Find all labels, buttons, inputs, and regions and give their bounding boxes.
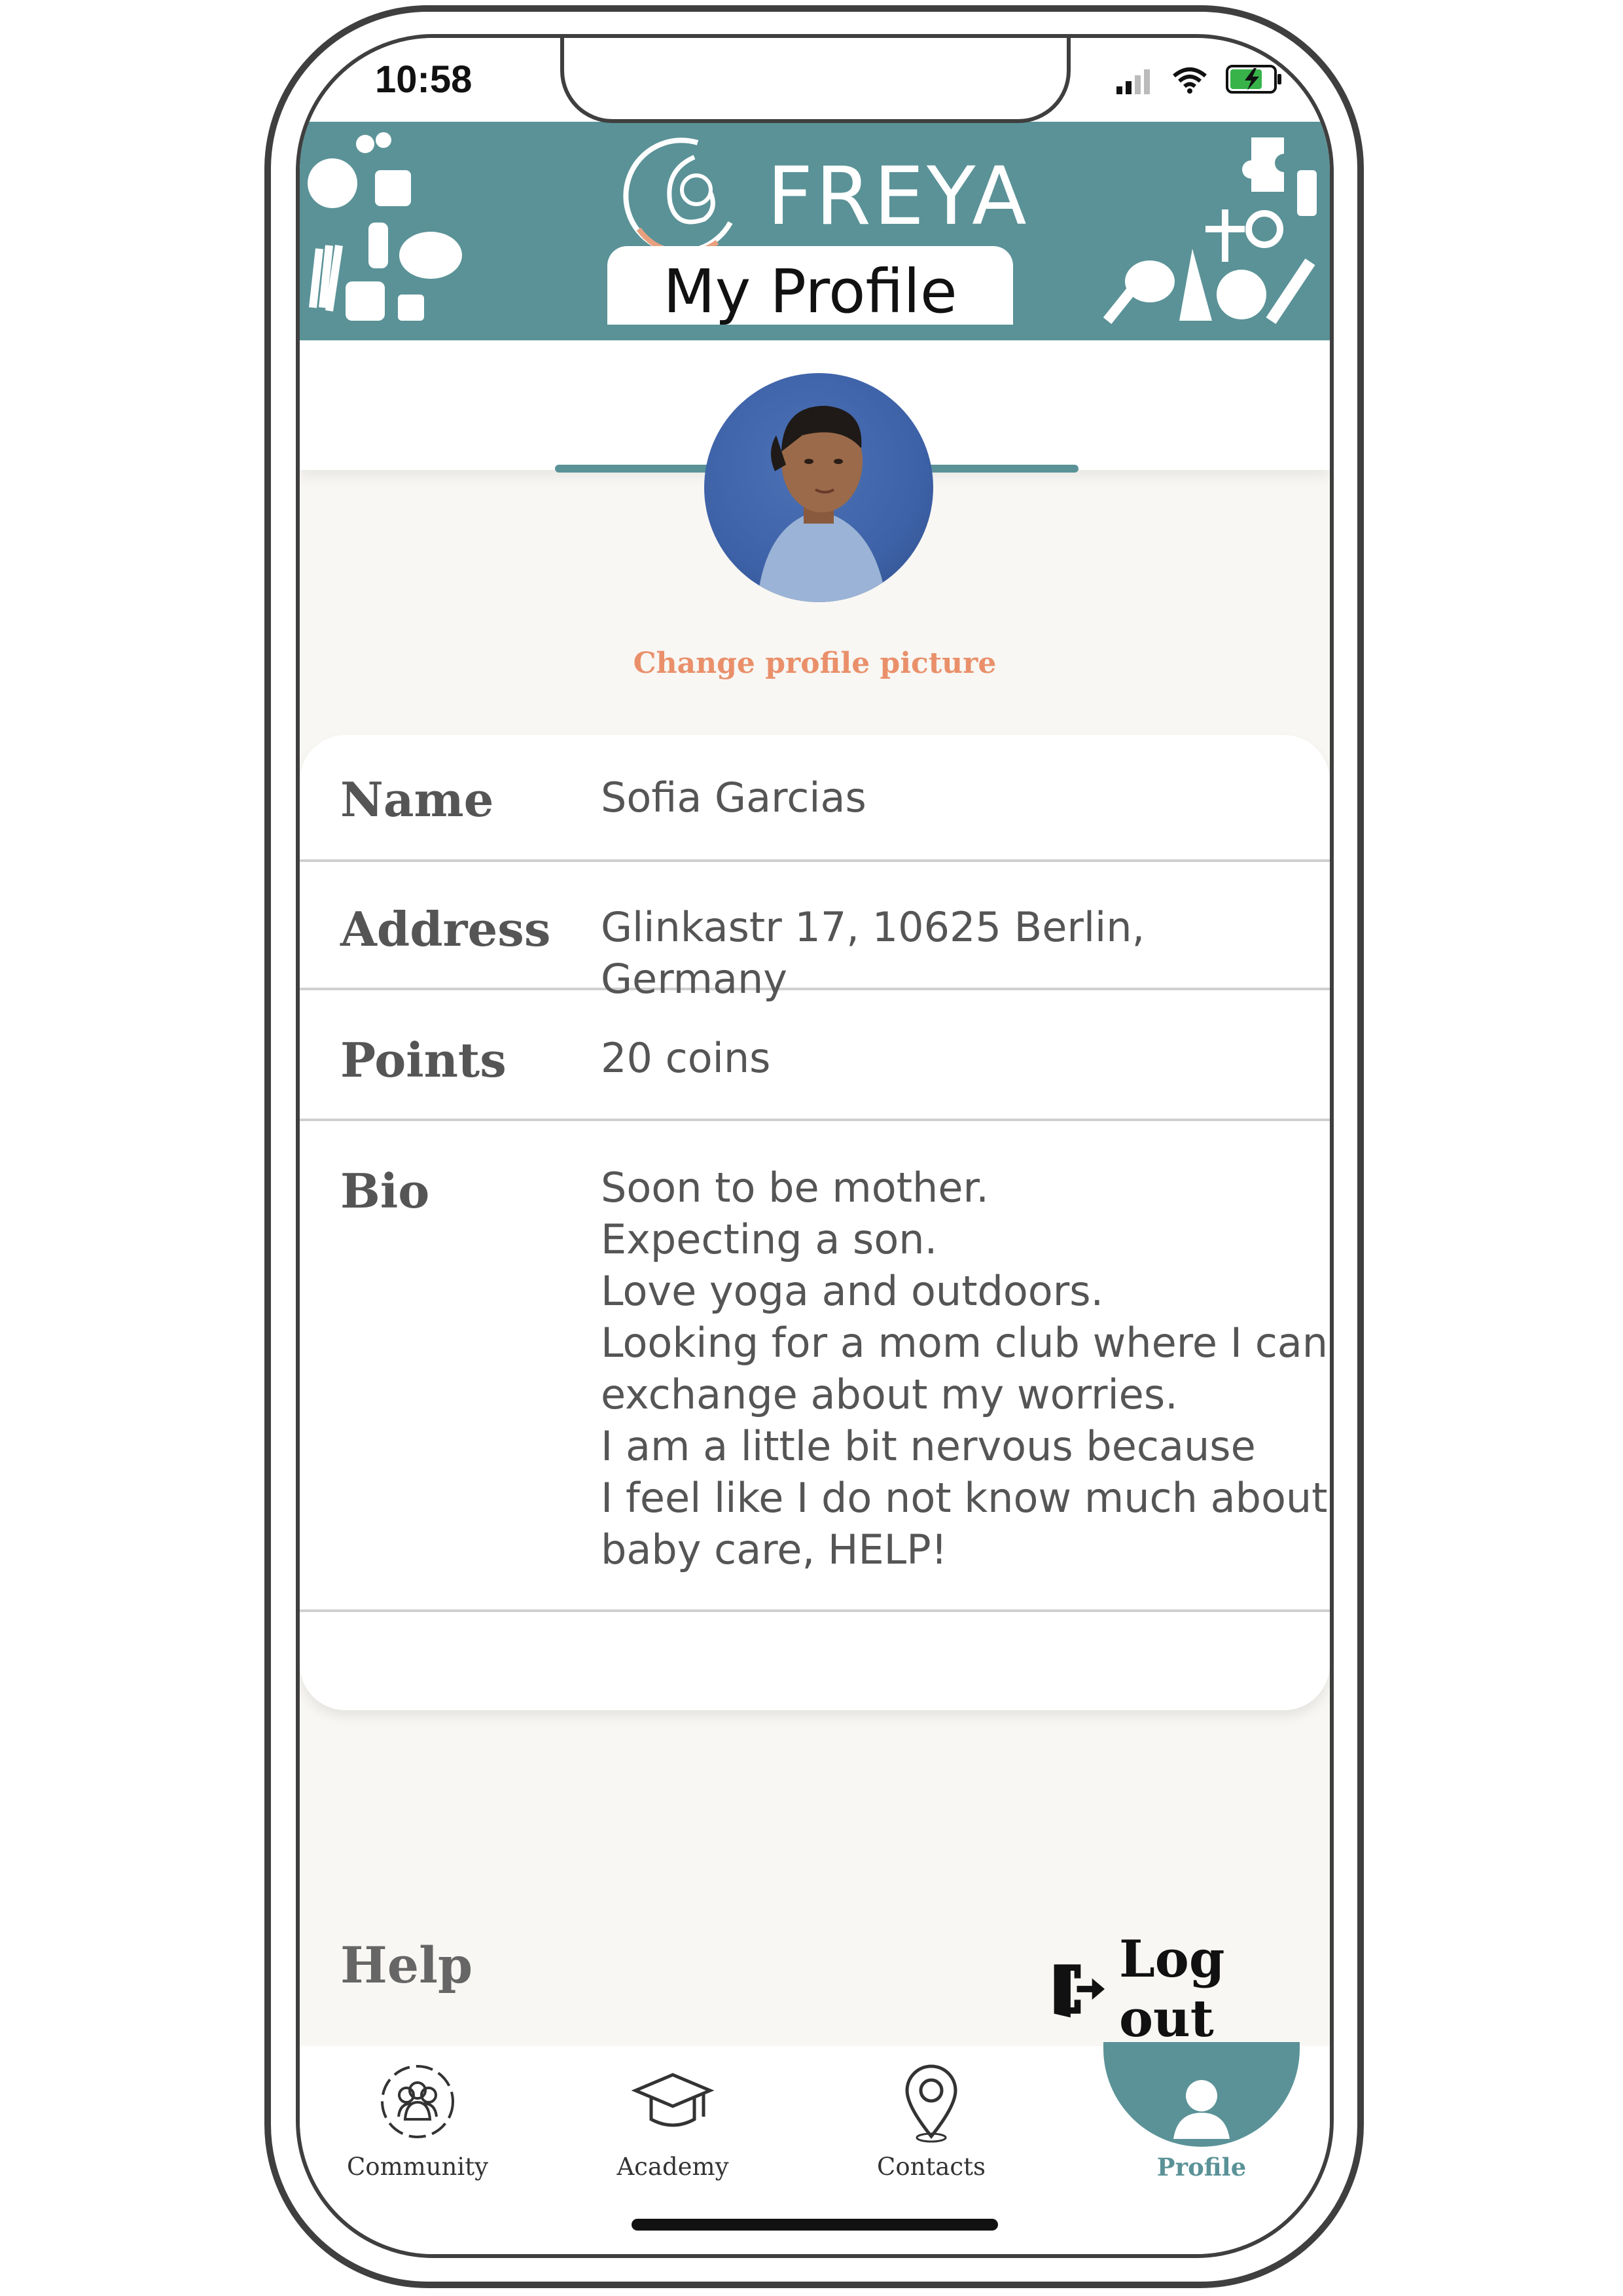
tab-academy[interactable]: Academy — [588, 2059, 758, 2181]
help-link[interactable]: Help — [340, 1936, 473, 1994]
bio-line: exchange about my worries. — [601, 1371, 1178, 1418]
bio-row: Bio Soon to be mother. Expecting a son. … — [300, 1121, 1330, 1612]
address-row: Address Glinkastr 17, 10625 Berlin, Germ… — [300, 859, 1330, 1003]
address-label: Address — [340, 901, 551, 957]
tab-profile[interactable]: Profile — [1116, 2059, 1287, 2181]
bio-line: Love yoga and outdoors. — [601, 1267, 1104, 1315]
logout-button[interactable]: Log out — [1049, 1929, 1330, 2049]
notch — [560, 38, 1071, 123]
bio-value[interactable]: Soon to be mother. Expecting a son. Love… — [601, 1162, 1328, 1575]
app-screen: 10:58 FREYA My Profile Change profile pi… — [296, 34, 1334, 2258]
tab-community-label: Community — [346, 2153, 489, 2181]
person-icon — [1173, 2080, 1230, 2139]
freya-logo: FREYA — [619, 131, 1029, 262]
logout-icon — [1054, 1964, 1105, 2018]
bio-line: Soon to be mother. — [601, 1164, 989, 1211]
freya-logo-icon — [623, 137, 733, 256]
points-row: Points 20 coins — [300, 990, 1330, 1121]
signal-icon — [1116, 69, 1150, 94]
battery-icon — [1226, 65, 1281, 94]
profile-photo-icon — [757, 406, 887, 602]
logout-label: Log out — [1118, 1929, 1225, 2049]
points-value: 20 coins — [601, 1034, 771, 1082]
bio-line: I am a little bit nervous because — [601, 1422, 1256, 1470]
address-value[interactable]: Glinkastr 17, 10625 Berlin, Germany — [601, 901, 1330, 1005]
name-row: Name Sofia Garcias — [300, 735, 1330, 862]
page-title-tab: My Profile — [607, 246, 1013, 327]
graduation-cap-icon — [631, 2073, 715, 2127]
status-icons — [1115, 64, 1284, 94]
brand-name: FREYA — [767, 150, 1029, 243]
page-title: My Profile — [663, 257, 957, 327]
home-indicator — [632, 2219, 998, 2231]
bio-line: I feel like I do not know much about — [601, 1474, 1328, 1522]
profile-details-card: Name Sofia Garcias Address Glinkastr 17,… — [300, 735, 1330, 1710]
bio-line: baby care, HELP! — [601, 1526, 948, 1573]
tab-profile-label: Profile — [1156, 2153, 1247, 2181]
bio-label: Bio — [340, 1163, 430, 1219]
tab-contacts[interactable]: Contacts — [846, 2059, 1016, 2181]
status-bar: 10:58 — [300, 38, 1330, 123]
name-label: Name — [340, 772, 494, 827]
location-pin-icon — [905, 2064, 957, 2143]
points-label: Points — [340, 1032, 507, 1088]
bio-line: Looking for a mom club where I can — [601, 1319, 1329, 1367]
baby-items-decoration-icon — [1103, 137, 1317, 324]
status-time: 10:58 — [375, 58, 473, 101]
change-profile-picture-link[interactable]: Change profile picture — [300, 647, 1330, 680]
community-icon — [381, 2065, 454, 2138]
tab-community[interactable]: Community — [332, 2059, 503, 2181]
tab-contacts-label: Contacts — [877, 2153, 986, 2181]
baby-toys-decoration-icon — [308, 132, 462, 321]
wifi-icon — [1173, 67, 1207, 94]
profile-avatar[interactable] — [704, 373, 933, 602]
tab-academy-label: Academy — [616, 2153, 729, 2181]
bio-line: Expecting a son. — [601, 1215, 938, 1263]
name-value[interactable]: Sofia Garcias — [601, 772, 866, 823]
